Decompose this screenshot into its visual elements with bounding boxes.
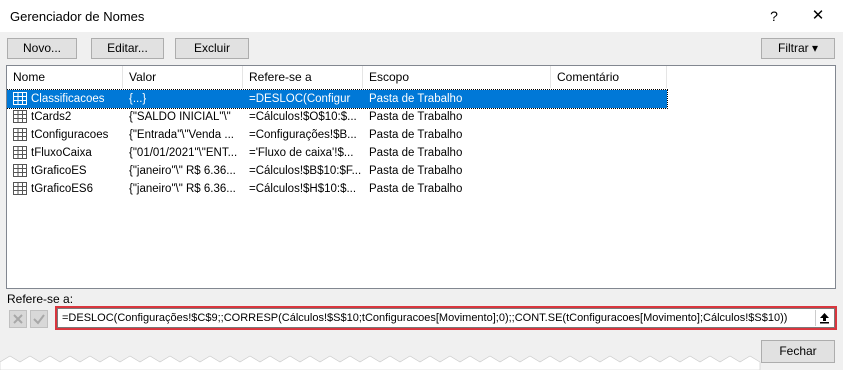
value-cell: {"01/01/2021"\"ENT... [129, 147, 238, 159]
comment-cell [555, 180, 667, 198]
help-button[interactable]: ? [764, 6, 784, 26]
table-row[interactable]: tConfiguracoes {"Entrada"\"Venda ... =Conf… [7, 126, 667, 144]
table-row[interactable]: tGraficoES6 {"janeiro"\" R$ 6.36... =Cálcu… [7, 180, 667, 198]
refers-to-formula: =DESLOC(Configurações!$C$9;;CORRESP(Cálc… [62, 312, 788, 324]
table-icon [13, 164, 27, 177]
refers-cell: =Configurações!$B... [249, 129, 357, 141]
column-header-name[interactable]: Nome [7, 66, 123, 88]
table-row[interactable]: tCards2 {"SALDO INICIAL"\" =Cálculos!$O$10… [7, 108, 667, 126]
table-row[interactable]: tGraficoES {"janeiro"\" R$ 6.36... =Cálcul… [7, 162, 667, 180]
filter-button[interactable]: Filtrar ▾ [761, 38, 835, 59]
scope-cell: Pasta de Trabalho [369, 93, 463, 105]
value-cell: {"Entrada"\"Venda ... [129, 129, 234, 141]
table-icon [13, 110, 27, 123]
column-header-scope[interactable]: Escopo [363, 66, 551, 88]
scope-cell: Pasta de Trabalho [369, 147, 463, 159]
comment-cell [555, 162, 667, 180]
value-cell: {"SALDO INICIAL"\" [129, 111, 231, 123]
name-cell: tGraficoES [31, 165, 87, 177]
comment-cell [555, 108, 667, 126]
close-dialog-button[interactable]: Fechar [761, 340, 835, 363]
table-icon [13, 146, 27, 159]
refers-cell: =Cálculos!$O$10:$... [249, 111, 357, 123]
cancel-edit-icon[interactable] [9, 310, 27, 328]
comment-cell [555, 126, 667, 144]
name-cell: Classificacoes [31, 93, 105, 105]
value-cell: {...} [129, 93, 147, 105]
scope-cell: Pasta de Trabalho [369, 165, 463, 177]
scope-cell: Pasta de Trabalho [369, 183, 463, 195]
dialog-title: Gerenciador de Nomes [10, 9, 145, 24]
scope-cell: Pasta de Trabalho [369, 129, 463, 141]
name-cell: tFluxoCaixa [31, 147, 92, 159]
refers-to-label: Refere-se a: [7, 292, 74, 306]
refers-cell: =Cálculos!$B$10:$F... [249, 165, 361, 177]
table-icon [13, 92, 27, 105]
table-row[interactable]: Classificacoes {...} =DESLOC(Configur Pasta… [7, 89, 668, 109]
collapse-dialog-icon[interactable] [815, 310, 833, 326]
column-header-refers[interactable]: Refere-se a [243, 66, 363, 88]
column-header-value[interactable]: Valor [123, 66, 243, 88]
refers-cell: =Cálculos!$H$10:$... [249, 183, 357, 195]
delete-button[interactable]: Excluir [175, 38, 249, 59]
value-cell: {"janeiro"\" R$ 6.36... [129, 183, 236, 195]
title-bar: Gerenciador de Nomes ? ✕ [0, 0, 843, 32]
refers-cell: =DESLOC(Configur [249, 93, 351, 105]
new-button[interactable]: Novo... [7, 38, 77, 59]
scope-cell: Pasta de Trabalho [369, 111, 463, 123]
name-cell: tConfiguracoes [31, 129, 109, 141]
value-cell: {"janeiro"\" R$ 6.36... [129, 165, 236, 177]
comment-cell [555, 90, 667, 108]
edit-button[interactable]: Editar... [91, 38, 164, 59]
comment-cell [555, 144, 667, 162]
column-header-comment[interactable]: Comentário [551, 66, 667, 88]
name-cell: tCards2 [31, 111, 72, 123]
names-list[interactable]: Nome Valor Refere-se a Escopo Comentário… [6, 65, 836, 289]
refers-to-input[interactable]: =DESLOC(Configurações!$C$9;;CORRESP(Cálc… [57, 308, 835, 328]
table-icon [13, 182, 27, 195]
table-icon [13, 128, 27, 141]
refers-cell: ='Fluxo de caixa'!$... [249, 147, 354, 159]
confirm-edit-icon[interactable] [30, 310, 48, 328]
table-row[interactable]: tFluxoCaixa {"01/01/2021"\"ENT... ='Fluxo … [7, 144, 667, 162]
close-button[interactable]: ✕ [806, 6, 830, 26]
name-cell: tGraficoES6 [31, 183, 93, 195]
torn-edge [0, 355, 761, 370]
